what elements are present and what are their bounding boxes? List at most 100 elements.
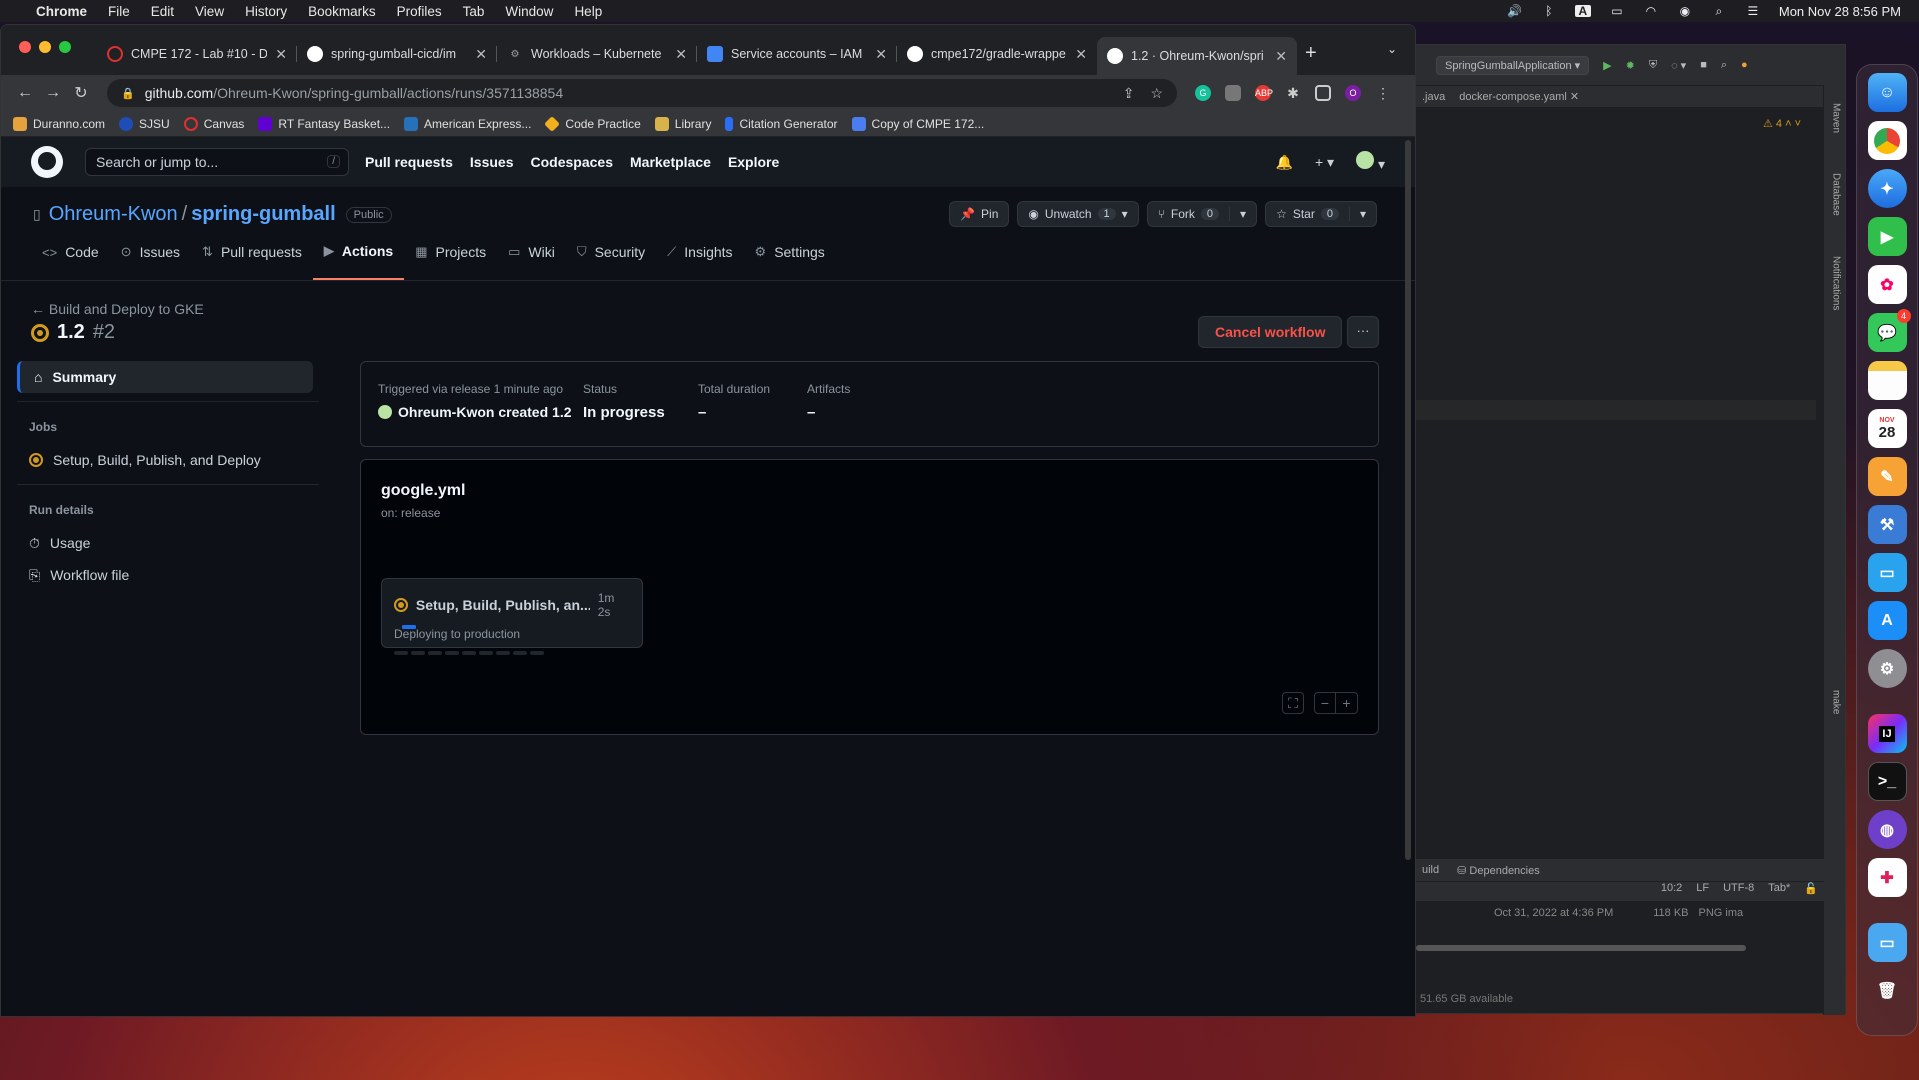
bookmark-item[interactable]: Citation Generator	[725, 116, 838, 131]
lock-icon[interactable]: 🔒	[121, 87, 135, 100]
browser-tab[interactable]: CMPE 172 - Lab #10 - D ✕	[97, 37, 297, 71]
bookmark-item[interactable]: American Express...	[404, 116, 531, 131]
horizontal-scrollbar[interactable]	[1416, 945, 1746, 951]
forward-arrow-icon[interactable]: →	[39, 84, 67, 102]
browser-tab[interactable]: cmpe172/gradle-wrappe ✕	[897, 37, 1097, 71]
chevron-down-icon[interactable]: ▾	[1348, 207, 1366, 221]
menu-profiles[interactable]: Profiles	[397, 4, 442, 19]
bookmark-item[interactable]: Copy of CMPE 172...	[851, 116, 984, 131]
adblock-extension-icon[interactable]: ABP	[1255, 85, 1273, 101]
bookmark-item[interactable]: SJSU	[119, 116, 170, 131]
editor-tab[interactable]: docker-compose.yaml ✕	[1459, 90, 1579, 103]
menu-bookmarks[interactable]: Bookmarks	[308, 4, 376, 19]
menu-app-name[interactable]: Chrome	[36, 4, 87, 19]
lock-icon[interactable]: 🔓	[1804, 882, 1818, 901]
app-store-icon[interactable]: A	[1867, 601, 1907, 640]
nav-pull-requests[interactable]: Pull requests	[365, 154, 453, 170]
close-tab-icon[interactable]: ✕	[275, 46, 287, 63]
menu-history[interactable]: History	[245, 4, 287, 19]
tab-projects[interactable]: ▦ Projects	[404, 236, 497, 280]
trash-icon[interactable]: 🗑	[1868, 971, 1907, 1010]
profile-avatar[interactable]: O	[1345, 85, 1361, 101]
create-new-plus-icon[interactable]: + ▾	[1315, 154, 1334, 171]
chevron-down-icon[interactable]: ▾	[1122, 207, 1128, 221]
tab-search-chevron-icon[interactable]: ⌄	[1387, 42, 1397, 56]
trigger-actor[interactable]: Ohreum-Kwon created 1.2	[378, 404, 572, 420]
close-window-button[interactable]	[19, 41, 31, 53]
photos-icon[interactable]: ✿	[1867, 265, 1907, 304]
sidebar-item-workflow-file[interactable]: ⎘ Workflow file	[17, 559, 319, 591]
reload-icon[interactable]: ↻	[67, 83, 95, 103]
kebab-menu-icon[interactable]: ⋮	[1375, 85, 1391, 101]
job-card[interactable]: Setup, Build, Publish, an... 1m 2s Deplo…	[381, 578, 643, 655]
intellij-icon[interactable]: IJ	[1867, 714, 1907, 753]
editor-tab[interactable]: .java	[1422, 91, 1445, 103]
unwatch-button[interactable]: ◉ Unwatch 1 ▾	[1017, 201, 1139, 227]
search-icon[interactable]: ⌕	[1721, 59, 1727, 72]
nav-issues[interactable]: Issues	[470, 154, 514, 170]
tab-issues[interactable]: ⊙ Issues	[110, 236, 191, 280]
extension-icon[interactable]	[1225, 85, 1241, 101]
address-bar[interactable]: 🔒 github.com/Ohreum-Kwon/spring-gumball/…	[107, 79, 1177, 107]
control-center-icon[interactable]: ☰	[1745, 5, 1761, 17]
nav-codespaces[interactable]: Codespaces	[531, 154, 613, 170]
finder-file-row[interactable]: Oct 31, 2022 at 4:36 PM 118 KB PNG ima	[1416, 901, 1824, 925]
volume-icon[interactable]: 🔊	[1507, 5, 1523, 17]
notifications-tool-tab[interactable]: Notifications	[1828, 256, 1842, 310]
calendar-icon[interactable]: NOV 28	[1867, 409, 1907, 448]
menu-edit[interactable]: Edit	[151, 4, 174, 19]
build-tool-tab[interactable]: uild	[1422, 864, 1439, 876]
bookmark-item[interactable]: Canvas	[183, 116, 244, 131]
notes-icon[interactable]	[1867, 361, 1907, 400]
wifi-icon[interactable]: ◠	[1643, 5, 1659, 17]
close-tab-icon[interactable]: ✕	[1275, 48, 1287, 65]
menu-tab[interactable]: Tab	[463, 4, 485, 19]
tab-pull-requests[interactable]: ⇅ Pull requests	[191, 236, 313, 280]
browser-tab[interactable]: spring-gumball-cicd/im ✕	[297, 37, 497, 71]
repo-name-link[interactable]: spring-gumball	[191, 203, 335, 226]
grammarly-extension-icon[interactable]: G	[1195, 85, 1211, 101]
battery-icon[interactable]: ▭	[1609, 5, 1625, 17]
nav-explore[interactable]: Explore	[728, 154, 779, 170]
chevron-down-icon[interactable]: ▾	[1229, 207, 1246, 221]
minimize-window-button[interactable]	[39, 41, 51, 53]
bookmark-item[interactable]: Library	[654, 116, 711, 131]
share-icon[interactable]: ⇪	[1123, 85, 1135, 102]
tab-actions[interactable]: ▶ Actions	[312, 236, 405, 280]
coverage-icon[interactable]: ⛨	[1649, 59, 1657, 72]
browser-tab[interactable]: ⚙ Workloads – Kubernete ✕	[497, 37, 697, 71]
slack-icon[interactable]: ✚	[1867, 858, 1907, 897]
terminal-icon[interactable]: >_	[1867, 762, 1907, 801]
close-tab-icon[interactable]: ✕	[1075, 46, 1087, 63]
github-desktop-icon[interactable]: ◍	[1867, 810, 1907, 849]
fullscreen-icon[interactable]: ⛶	[1282, 692, 1304, 714]
run-icon[interactable]: ▶	[1603, 59, 1611, 72]
spotlight-icon[interactable]: ⌕	[1711, 5, 1727, 17]
tab-wiki[interactable]: ▭ Wiki	[497, 236, 566, 280]
bookmark-item[interactable]: Code Practice	[544, 115, 641, 132]
finder-icon[interactable]: ☺	[1867, 73, 1907, 112]
messages-icon[interactable]: 💬 4	[1867, 309, 1911, 352]
zoom-window-button[interactable]	[59, 41, 71, 53]
xcode-icon[interactable]: ⚒	[1867, 505, 1907, 544]
make-tool-tab[interactable]: make	[1828, 690, 1842, 714]
debug-icon[interactable]: ✹	[1626, 59, 1635, 72]
menu-view[interactable]: View	[195, 4, 224, 19]
tab-security[interactable]: ⛉ Security	[566, 236, 656, 280]
database-tool-tab[interactable]: Database	[1828, 173, 1842, 216]
update-icon[interactable]: ●	[1741, 59, 1748, 71]
bookmark-star-icon[interactable]: ☆	[1150, 85, 1163, 102]
run-config-select[interactable]: SpringGumballApplication ▾	[1436, 55, 1590, 75]
page-scrollbar[interactable]	[1403, 140, 1413, 1010]
warnings-indicator[interactable]: ⚠ 4 ˄ ˅	[1763, 117, 1801, 130]
back-arrow-icon[interactable]: ←	[11, 84, 39, 102]
tab-code[interactable]: <> Code	[31, 236, 110, 280]
side-panel-icon[interactable]	[1315, 85, 1331, 101]
system-preferences-icon[interactable]: ⚙	[1867, 649, 1907, 688]
sidebar-item-job[interactable]: Setup, Build, Publish, and Deploy	[17, 444, 319, 476]
puzzle-extensions-icon[interactable]: ✱	[1285, 85, 1301, 101]
star-button[interactable]: ☆ Star 0 ▾	[1265, 201, 1377, 227]
menubar-clock[interactable]: Mon Nov 28 8:56 PM	[1779, 4, 1901, 19]
close-tab-icon[interactable]: ✕	[875, 46, 887, 63]
nav-marketplace[interactable]: Marketplace	[630, 154, 711, 170]
